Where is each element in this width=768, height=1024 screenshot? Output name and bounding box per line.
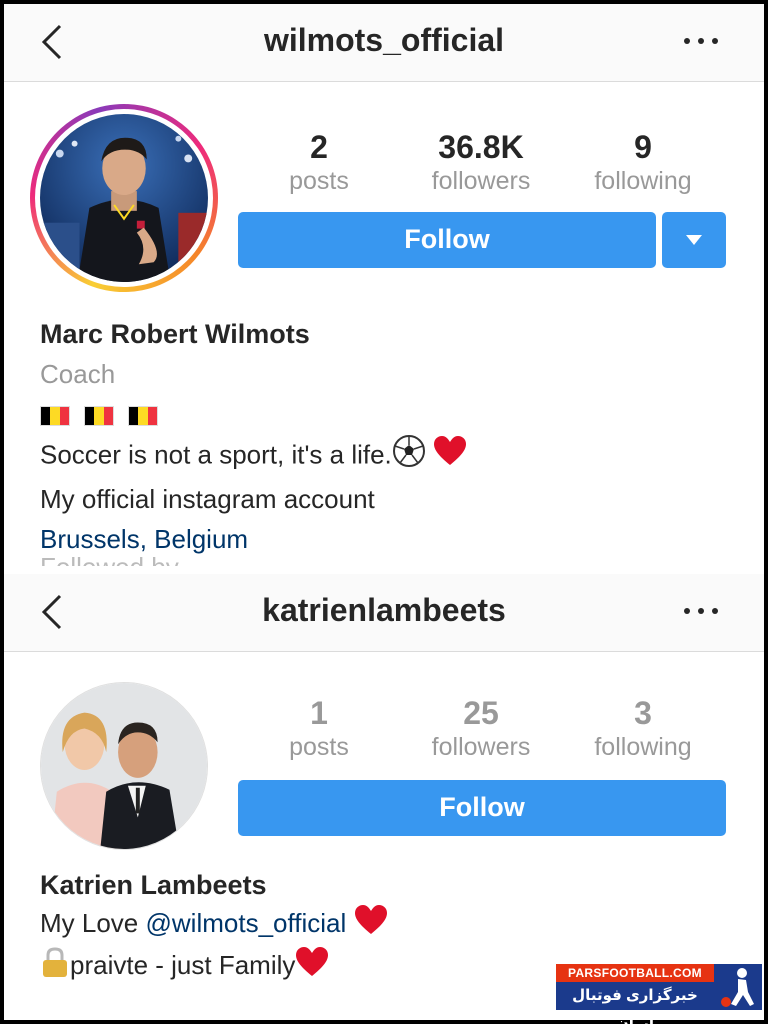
belgium-flag-icon — [128, 406, 158, 427]
bio-line-2: praivte - just Family — [40, 946, 388, 988]
profile-bio: Katrien Lambeets My Love @wilmots_offici… — [40, 866, 388, 988]
stat-followers-label: followers — [431, 733, 531, 761]
bio-text: praivte - just Family — [70, 950, 296, 981]
stat-posts-label: posts — [289, 167, 349, 195]
belgium-flag-icon — [40, 406, 70, 427]
belgium-flag-icon — [84, 406, 114, 427]
profile-username: wilmots_official — [263, 22, 505, 58]
profile-category: Coach — [40, 359, 116, 389]
avatar-photo-couple — [41, 683, 207, 849]
stat-following[interactable]: 3 following — [558, 694, 728, 762]
caret-down-icon — [686, 235, 702, 245]
lock-icon — [40, 946, 70, 988]
top-nav-bar: wilmots_official — [4, 4, 764, 82]
suggested-dropdown-button[interactable] — [662, 212, 726, 268]
stat-following-label: following — [594, 167, 692, 195]
stat-followers-label: followers — [431, 167, 531, 195]
stat-followers-count: 36.8K — [438, 129, 524, 165]
stat-posts[interactable]: 2 posts — [234, 128, 404, 196]
red-heart-icon — [354, 904, 388, 946]
more-horizontal-icon — [684, 38, 690, 44]
stat-followers[interactable]: 36.8K followers — [396, 128, 566, 196]
profile-full-name: Marc Robert Wilmots — [40, 319, 310, 349]
stat-posts-label: posts — [289, 733, 349, 761]
soccer-ball-icon — [392, 434, 426, 479]
follow-button[interactable]: Follow — [238, 780, 726, 836]
bio-line-1: Soccer is not a sport, it's a life. — [40, 434, 467, 479]
flags-row — [40, 394, 467, 434]
profile-bio: Marc Robert Wilmots Coach Soccer is not … — [40, 314, 467, 559]
avatar-photo-coach — [40, 114, 208, 282]
profile-avatar[interactable] — [30, 104, 218, 292]
red-heart-icon — [433, 435, 467, 478]
profile-full-name: Katrien Lambeets — [40, 870, 267, 900]
bio-text: My Love — [40, 908, 146, 938]
follow-button[interactable]: Follow — [238, 212, 656, 268]
profile-panel-wilmots: wilmots_official 2 posts 36.8K followers… — [4, 4, 764, 566]
bio-line-2: My official instagram account — [40, 484, 375, 514]
profile-avatar[interactable] — [40, 682, 208, 850]
bio-line-1: My Love @wilmots_official — [40, 904, 388, 946]
watermark-site: PARSFOOTBALL.COM — [556, 964, 714, 982]
parsfootball-watermark: PARSFOOTBALL.COM خبرگزاری فوتبال ایران — [556, 964, 764, 1024]
profile-username: katrienlambeets — [262, 592, 506, 628]
player-logo-icon — [714, 964, 762, 1010]
stat-following-label: following — [594, 733, 692, 761]
followed-by-text-cut: Followed by ... — [40, 552, 680, 566]
top-nav-bar: katrienlambeets — [4, 574, 764, 652]
stat-following-count: 3 — [634, 695, 652, 731]
bio-mention-link[interactable]: @wilmots_official — [146, 908, 347, 938]
bio-text: Soccer is not a sport, it's a life. — [40, 439, 392, 470]
stat-followers-count: 25 — [463, 695, 499, 731]
more-horizontal-icon — [684, 608, 690, 614]
profile-panel-katrien: katrienlambeets 1 posts 25 followers 3 f… — [4, 574, 764, 1020]
stat-posts-count: 1 — [310, 695, 328, 731]
stat-following[interactable]: 9 following — [558, 128, 728, 196]
red-heart-icon — [295, 946, 329, 988]
more-options-button[interactable] — [684, 26, 718, 56]
stat-posts-count: 2 — [310, 129, 328, 165]
stat-posts[interactable]: 1 posts — [234, 694, 404, 762]
more-options-button[interactable] — [684, 596, 718, 626]
stat-following-count: 9 — [634, 129, 652, 165]
stat-followers[interactable]: 25 followers — [396, 694, 566, 762]
watermark-tagline: خبرگزاری فوتبال ایران — [556, 982, 714, 1024]
